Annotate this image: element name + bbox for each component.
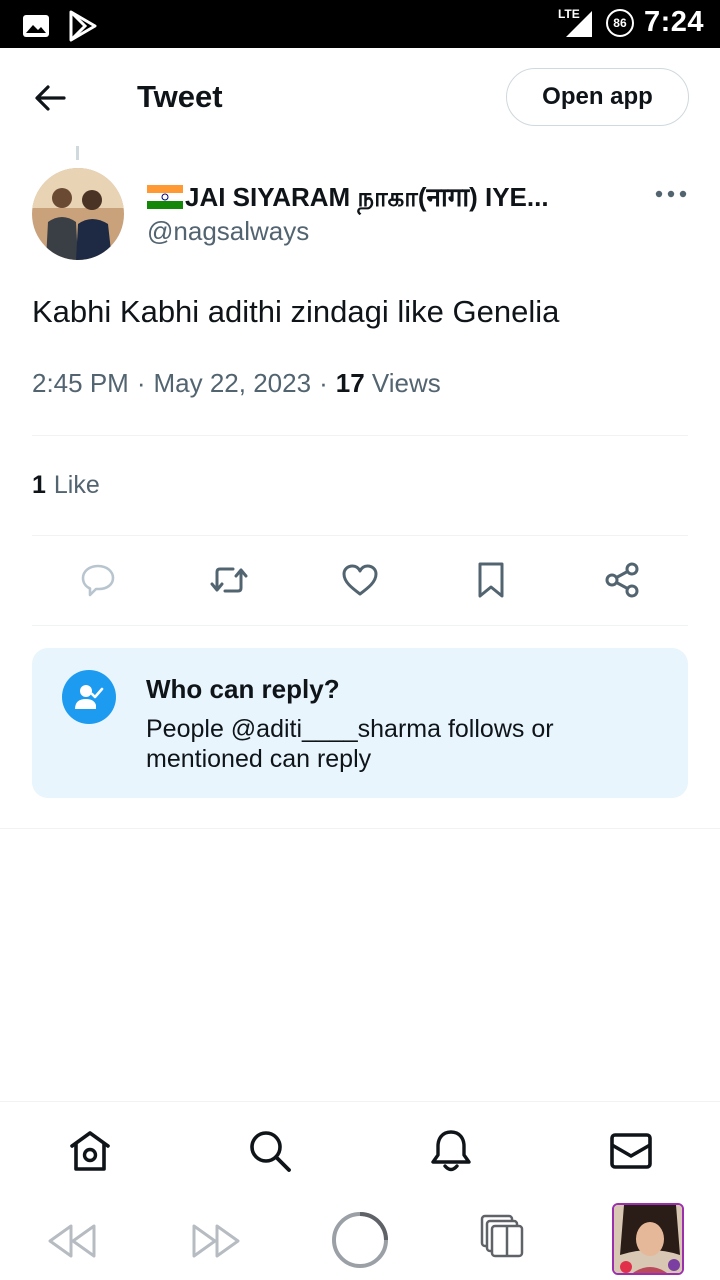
reply-restriction-card: Who can reply? People @aditi____sharma f… <box>32 648 688 798</box>
page-title: Tweet <box>137 79 223 114</box>
fast-forward-icon[interactable] <box>190 1220 242 1262</box>
back-arrow-icon[interactable] <box>30 78 70 118</box>
browser-toolbar <box>0 1200 720 1280</box>
bookmark-icon[interactable] <box>467 556 515 604</box>
author-avatar[interactable] <box>32 168 124 260</box>
status-bar: LTE 86 7:24 <box>0 0 720 48</box>
reply-restriction-description: People @aditi____sharma follows or menti… <box>146 715 554 773</box>
share-icon[interactable] <box>598 556 646 604</box>
tabs-icon[interactable] <box>480 1214 526 1260</box>
reply-restriction-title: Who can reply? <box>146 674 340 704</box>
notifications-icon[interactable] <box>428 1128 474 1174</box>
bottom-navigation <box>0 1102 720 1202</box>
likes-stat[interactable]: 1 Like <box>32 471 100 500</box>
top-app-bar: Tweet Open app <box>0 48 720 144</box>
messages-icon[interactable] <box>608 1128 654 1174</box>
divider <box>0 828 720 829</box>
meta-separator: · <box>136 368 146 398</box>
restricted-user-icon <box>62 670 116 724</box>
retweet-icon[interactable] <box>205 556 253 604</box>
clock: 7:24 <box>643 6 704 38</box>
divider <box>32 435 688 436</box>
gallery-icon <box>22 14 50 43</box>
more-options-icon[interactable] <box>654 182 688 206</box>
likes-count: 1 <box>32 471 46 499</box>
tweet-meta: 2:45 PM · May 22, 2023 · 17 Views <box>32 368 441 399</box>
divider <box>32 535 688 536</box>
author-name-text: JAI SIYARAM நாகா(नागा) IYE... <box>185 182 549 212</box>
author-name[interactable]: JAI SIYARAM நாகா(नागा) IYE... <box>147 178 607 216</box>
india-flag-icon <box>147 185 183 209</box>
home-icon[interactable] <box>67 1128 113 1174</box>
divider <box>32 625 688 626</box>
views-stat: 17 Views <box>336 368 441 399</box>
tweet-time[interactable]: 2:45 PM <box>32 368 129 399</box>
search-icon[interactable] <box>247 1128 293 1174</box>
like-icon[interactable] <box>336 556 384 604</box>
open-app-button[interactable]: Open app <box>506 68 689 126</box>
meta-separator: · <box>319 368 328 398</box>
thread-connector <box>76 146 79 160</box>
tweet-actions <box>32 556 688 606</box>
loading-icon[interactable] <box>330 1210 390 1270</box>
page-thumbnail[interactable] <box>612 1203 684 1275</box>
play-store-icon <box>68 10 98 47</box>
views-count: 17 <box>335 368 365 398</box>
battery-indicator: 86 <box>605 8 634 37</box>
views-label: Views <box>371 368 441 398</box>
author-handle[interactable]: @nagsalways <box>147 216 309 247</box>
tweet-date[interactable]: May 22, 2023 <box>154 368 312 399</box>
reply-icon[interactable] <box>74 556 122 604</box>
rewind-icon[interactable] <box>46 1220 98 1262</box>
likes-label: Like <box>53 471 100 499</box>
signal-icon: LTE <box>558 7 596 39</box>
tweet-text: Kabhi Kabhi adithi zindagi like Genelia <box>32 294 560 329</box>
